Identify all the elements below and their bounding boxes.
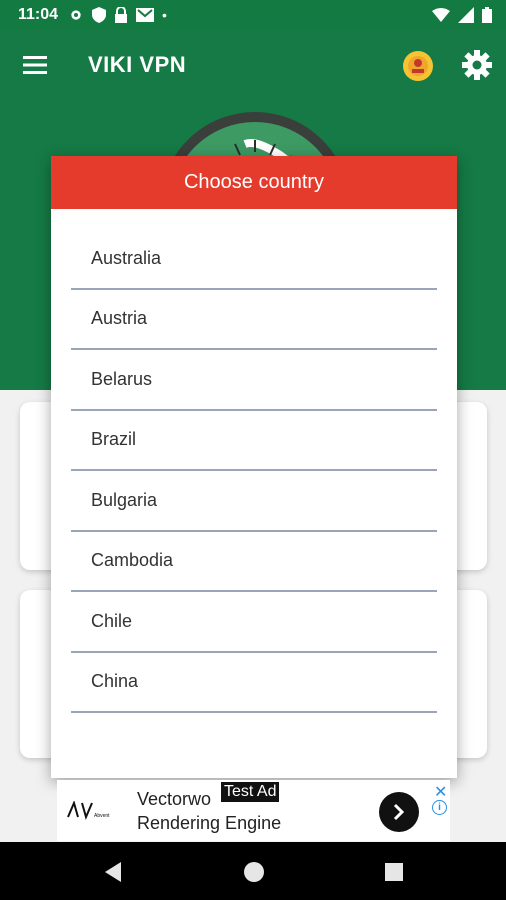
menu-button[interactable] — [0, 30, 70, 100]
wifi-icon — [432, 8, 450, 22]
gear-icon — [462, 50, 492, 80]
notification-icons: • — [68, 7, 167, 23]
home-circle-icon[interactable] — [243, 861, 265, 883]
gear-status-icon — [71, 10, 81, 20]
country-item[interactable]: Australia — [71, 229, 437, 290]
navigation-bar — [0, 842, 506, 900]
ad-close-icon[interactable]: ✕ — [434, 782, 447, 802]
test-ad-badge: Test Ad — [221, 782, 280, 802]
country-item[interactable]: Cambodia — [71, 532, 437, 592]
chevron-right-icon — [393, 803, 405, 821]
hamburger-icon — [23, 56, 47, 74]
country-item[interactable]: Chile — [71, 592, 437, 653]
lock-icon — [115, 7, 128, 23]
ad-open-button[interactable] — [379, 792, 419, 832]
premium-button[interactable] — [402, 50, 434, 82]
country-item[interactable]: Bulgaria — [71, 471, 437, 532]
battery-icon — [482, 7, 492, 23]
system-icons — [432, 7, 492, 23]
gmail-icon — [136, 8, 155, 22]
dialog-title: Choose country — [51, 156, 457, 209]
country-item[interactable]: China — [71, 653, 437, 713]
choose-country-dialog: Choose country Australia Austria Belarus… — [51, 156, 457, 778]
ad-line-2: Rendering Engine — [137, 812, 282, 833]
dot-icon: • — [162, 7, 167, 23]
abvent-logo-icon: Abvent — [67, 800, 110, 820]
country-item[interactable]: Brazil — [71, 411, 437, 471]
country-list: Australia Austria Belarus Brazil Bulgari… — [51, 209, 457, 713]
settings-button[interactable] — [460, 48, 494, 82]
recents-square-icon[interactable] — [384, 862, 404, 882]
back-triangle-icon[interactable] — [103, 861, 123, 883]
country-item[interactable]: Austria — [71, 290, 437, 350]
ad-logo-text: Abvent — [94, 813, 110, 819]
app-title: VIKI VPN — [88, 52, 187, 77]
status-bar: 11:04 • — [0, 0, 506, 30]
shield-icon — [92, 7, 107, 23]
signal-icon — [458, 7, 474, 23]
ad-info-icon[interactable]: i — [432, 800, 447, 815]
ad-logo: Abvent — [57, 780, 121, 841]
status-time: 11:04 — [18, 6, 59, 23]
premium-badge-icon — [403, 51, 433, 81]
country-item[interactable]: Belarus — [71, 350, 437, 411]
